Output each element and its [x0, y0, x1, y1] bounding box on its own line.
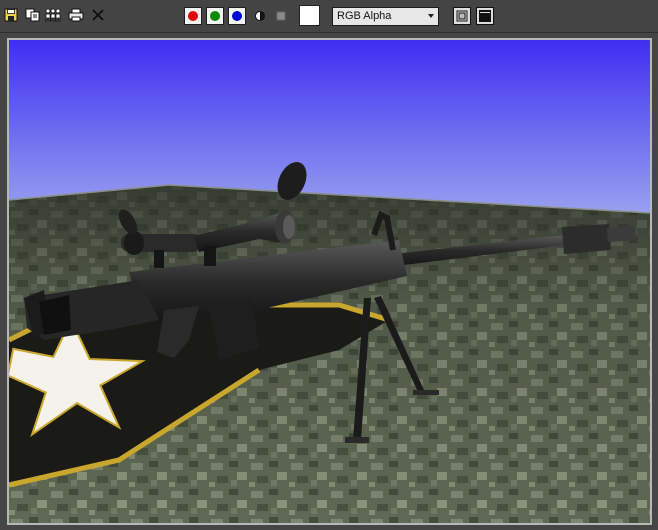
monochrome-icon[interactable] [251, 7, 269, 25]
render-viewport[interactable] [9, 40, 650, 523]
display-mode-button[interactable] [453, 7, 471, 25]
rendered-scene [9, 40, 650, 523]
chevron-down-icon [428, 14, 434, 18]
print-icon[interactable] [67, 6, 85, 24]
green-channel-toggle[interactable] [206, 7, 224, 25]
fullscreen-button[interactable] [476, 7, 494, 25]
save-icon[interactable] [2, 6, 20, 24]
render-viewport-frame [7, 38, 652, 525]
toolbar: RGB Alpha [0, 0, 658, 33]
red-channel-toggle[interactable] [184, 7, 202, 25]
close-icon[interactable] [89, 6, 107, 24]
channel-display-select[interactable]: RGB Alpha [332, 7, 439, 26]
clone-icon[interactable] [44, 6, 62, 24]
channel-display-value: RGB Alpha [337, 10, 392, 22]
blue-dot [232, 11, 242, 21]
green-dot [210, 11, 220, 21]
blue-channel-toggle[interactable] [228, 7, 246, 25]
checker-icon[interactable] [272, 7, 290, 25]
color-swatch[interactable] [299, 5, 320, 26]
red-dot [188, 11, 198, 21]
copy-icon[interactable] [23, 6, 41, 24]
